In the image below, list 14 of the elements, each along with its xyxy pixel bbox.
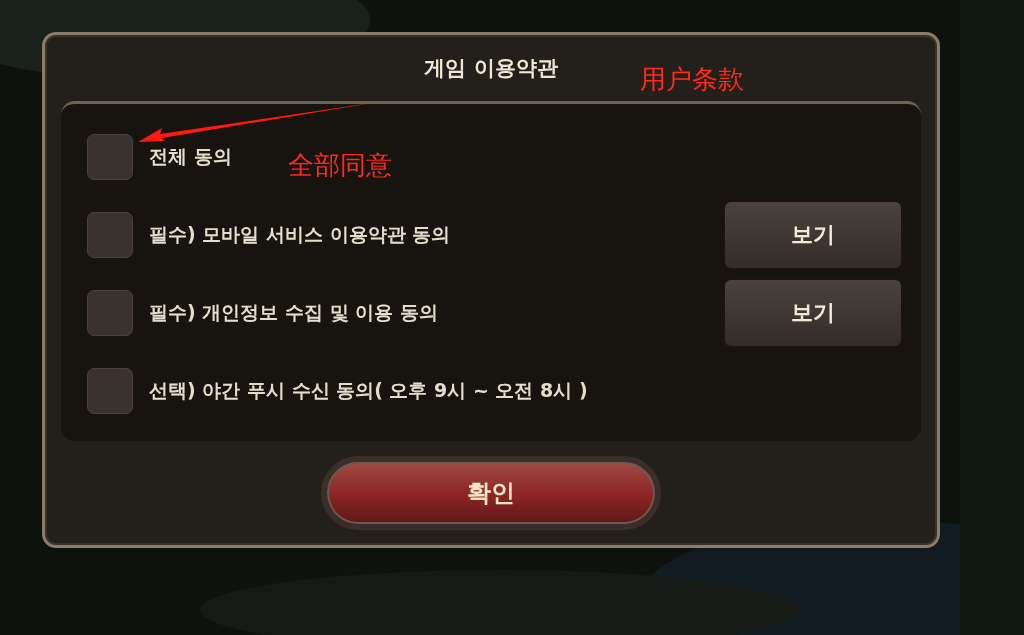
agreement-label: 필수) 모바일 서비스 이용약관 동의 xyxy=(149,222,451,247)
view-button[interactable]: 보기 xyxy=(723,278,903,348)
checkbox[interactable] xyxy=(87,212,133,258)
dialog-title: 게임 이용약관 xyxy=(424,55,558,82)
agreement-label: 필수) 개인정보 수집 및 이용 동의 xyxy=(149,300,438,325)
confirm-button[interactable]: 확인 xyxy=(321,456,661,530)
checkbox[interactable] xyxy=(87,134,133,180)
agreement-label: 전체 동의 xyxy=(149,144,232,169)
view-button[interactable]: 보기 xyxy=(723,200,903,270)
annotation-note: 用户条款 xyxy=(640,63,744,96)
agreement-label: 선택) 야간 푸시 수신 동의( 오후 9시 ~ 오전 8시 ) xyxy=(149,378,588,403)
checkbox[interactable] xyxy=(87,290,133,336)
checkbox[interactable] xyxy=(87,368,133,414)
annotation-note: 全部同意 xyxy=(288,149,392,182)
